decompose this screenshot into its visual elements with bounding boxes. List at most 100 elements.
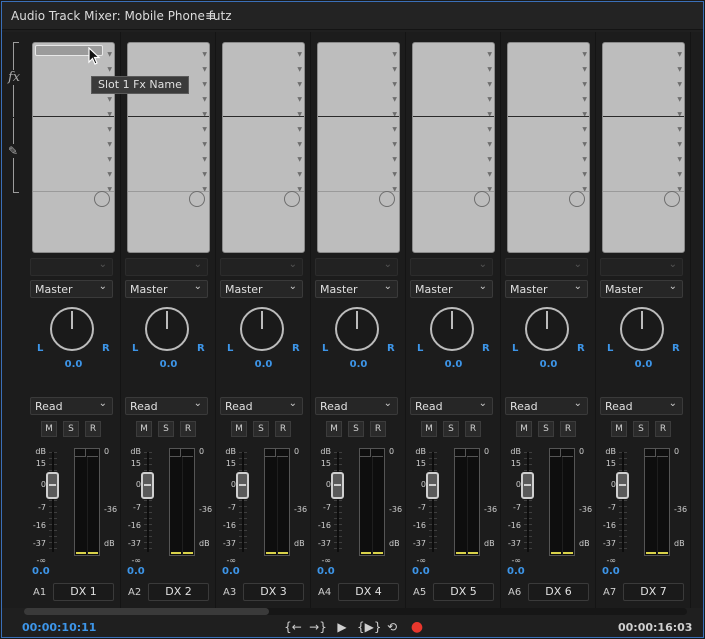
volume-fader-handle[interactable] — [236, 472, 249, 499]
fx-slot-arrow-icon[interactable]: ▼ — [199, 62, 207, 77]
fx-slot-arrow-icon[interactable]: ▼ — [389, 62, 397, 77]
effects-sends-area[interactable]: ▼▼▼▼▼▼▼▼▼▼ — [412, 42, 495, 253]
track-name-field[interactable]: DX 4 — [338, 583, 399, 601]
solo-button[interactable]: S — [348, 421, 364, 437]
fx-slot-arrow-icon[interactable]: ▼ — [579, 137, 587, 152]
fx-slot-arrow-icon[interactable]: ▼ — [579, 92, 587, 107]
mute-button[interactable]: M — [136, 421, 152, 437]
fx-slot-arrow-icon[interactable]: ▼ — [674, 107, 682, 122]
automation-dropdown[interactable]: Read ⌄ — [30, 397, 113, 415]
pan-value[interactable]: 0.0 — [121, 359, 216, 370]
record-enable-button[interactable]: R — [370, 421, 386, 437]
fx-slot-arrow-icon[interactable]: ▼ — [199, 152, 207, 167]
fx-slot-arrow-icon[interactable]: ▼ — [199, 167, 207, 182]
fx-slot-arrow-icon[interactable]: ▼ — [294, 62, 302, 77]
volume-value[interactable]: 0.0 — [32, 566, 50, 577]
peak-indicator-right[interactable] — [372, 449, 383, 457]
record-enable-button[interactable]: R — [465, 421, 481, 437]
automation-dropdown[interactable]: Read ⌄ — [410, 397, 493, 415]
peak-indicator-right[interactable] — [657, 449, 668, 457]
fx-slot-arrow-icon[interactable]: ▼ — [389, 137, 397, 152]
pan-knob[interactable] — [145, 307, 189, 351]
send-assignment-dropdown[interactable]: ⌄ — [30, 258, 113, 276]
fx-slot-arrow-icon[interactable]: ▼ — [199, 77, 207, 92]
fx-slot-arrow-icon[interactable]: ▼ — [579, 107, 587, 122]
mute-button[interactable]: M — [516, 421, 532, 437]
play-in-to-out-icon[interactable]: {▶} — [357, 618, 382, 636]
fx-slot-arrow-icon[interactable]: ▼ — [294, 107, 302, 122]
output-dropdown[interactable]: Master ⌄ — [505, 280, 588, 298]
volume-value[interactable]: 0.0 — [127, 566, 145, 577]
automation-dropdown[interactable]: Read ⌄ — [315, 397, 398, 415]
pan-knob[interactable] — [430, 307, 474, 351]
mute-button[interactable]: M — [611, 421, 627, 437]
effects-sends-area[interactable]: ▼▼▼▼▼▼▼▼▼▼ — [602, 42, 685, 253]
fx-slot-arrow-icon[interactable]: ▼ — [389, 77, 397, 92]
fx-slot-arrow-icon[interactable]: ▼ — [674, 122, 682, 137]
fx-slot-arrow-icon[interactable]: ▼ — [199, 47, 207, 62]
fx-slot-arrow-icon[interactable]: ▼ — [199, 137, 207, 152]
effects-sends-area[interactable]: ▼▼▼▼▼▼▼▼▼▼ — [222, 42, 305, 253]
mute-button[interactable]: M — [326, 421, 342, 437]
send-assignment-dropdown[interactable]: ⌄ — [505, 258, 588, 276]
peak-indicator-left[interactable] — [170, 449, 181, 457]
fx-slot-arrow-icon[interactable]: ▼ — [484, 77, 492, 92]
solo-button[interactable]: S — [63, 421, 79, 437]
volume-value[interactable]: 0.0 — [602, 566, 620, 577]
output-dropdown[interactable]: Master ⌄ — [30, 280, 113, 298]
automation-dropdown[interactable]: Read ⌄ — [125, 397, 208, 415]
pan-value[interactable]: 0.0 — [596, 359, 691, 370]
fx-slot-arrow-icon[interactable]: ▼ — [389, 122, 397, 137]
fx-slot-arrow-icon[interactable]: ▼ — [484, 122, 492, 137]
fx-slot-arrow-icon[interactable]: ▼ — [389, 152, 397, 167]
output-dropdown[interactable]: Master ⌄ — [315, 280, 398, 298]
effects-sends-area[interactable]: ▼▼▼▼▼▼▼▼▼▼ — [127, 42, 210, 253]
fx-slot-arrow-icon[interactable]: ▼ — [294, 47, 302, 62]
automation-dropdown[interactable]: Read ⌄ — [505, 397, 588, 415]
fx-slot-arrow-icon[interactable]: ▼ — [674, 62, 682, 77]
fx-slot-arrow-icon[interactable]: ▼ — [579, 167, 587, 182]
fx-slot-arrow-icon[interactable]: ▼ — [484, 92, 492, 107]
pan-value[interactable]: 0.0 — [216, 359, 311, 370]
track-name-field[interactable]: DX 7 — [623, 583, 684, 601]
fx-slot-arrow-icon[interactable]: ▼ — [389, 107, 397, 122]
record-enable-button[interactable]: R — [275, 421, 291, 437]
effects-sends-area[interactable]: ▼▼▼▼▼▼▼▼▼▼ — [32, 42, 115, 253]
play-icon[interactable]: ▶ — [332, 618, 352, 636]
fx-slot-arrow-icon[interactable]: ▼ — [484, 137, 492, 152]
current-timecode[interactable]: 00:00:10:11 — [22, 621, 96, 634]
peak-indicator-right[interactable] — [87, 449, 98, 457]
pan-knob[interactable] — [50, 307, 94, 351]
go-to-out-icon[interactable]: →} — [308, 618, 328, 636]
pan-knob[interactable] — [240, 307, 284, 351]
fx-slot-arrow-icon[interactable]: ▼ — [104, 122, 112, 137]
track-name-field[interactable]: DX 3 — [243, 583, 304, 601]
send-knob-icon[interactable] — [189, 191, 205, 207]
fx-slot-arrow-icon[interactable]: ▼ — [104, 92, 112, 107]
send-assignment-dropdown[interactable]: ⌄ — [410, 258, 493, 276]
fx-slot-arrow-icon[interactable]: ▼ — [484, 107, 492, 122]
fx-slot-arrow-icon[interactable]: ▼ — [294, 77, 302, 92]
pan-value[interactable]: 0.0 — [501, 359, 596, 370]
mute-button[interactable]: M — [421, 421, 437, 437]
track-name-field[interactable]: DX 5 — [433, 583, 494, 601]
effects-sends-area[interactable]: ▼▼▼▼▼▼▼▼▼▼ — [317, 42, 400, 253]
peak-indicator-left[interactable] — [645, 449, 656, 457]
volume-fader-handle[interactable] — [616, 472, 629, 499]
fx-slot-arrow-icon[interactable]: ▼ — [674, 47, 682, 62]
fx-slot-arrow-icon[interactable]: ▼ — [579, 152, 587, 167]
record-enable-button[interactable]: R — [655, 421, 671, 437]
fx-slot-arrow-icon[interactable]: ▼ — [294, 137, 302, 152]
fx-slot-arrow-icon[interactable]: ▼ — [294, 167, 302, 182]
mute-button[interactable]: M — [41, 421, 57, 437]
record-icon[interactable]: ● — [407, 618, 427, 636]
pan-knob[interactable] — [620, 307, 664, 351]
peak-indicator-right[interactable] — [182, 449, 193, 457]
peak-indicator-left[interactable] — [265, 449, 276, 457]
peak-indicator-left[interactable] — [360, 449, 371, 457]
mute-button[interactable]: M — [231, 421, 247, 437]
fx-slot-arrow-icon[interactable]: ▼ — [484, 152, 492, 167]
solo-button[interactable]: S — [633, 421, 649, 437]
loop-icon[interactable]: ⟲ — [382, 618, 402, 636]
send-knob-icon[interactable] — [284, 191, 300, 207]
